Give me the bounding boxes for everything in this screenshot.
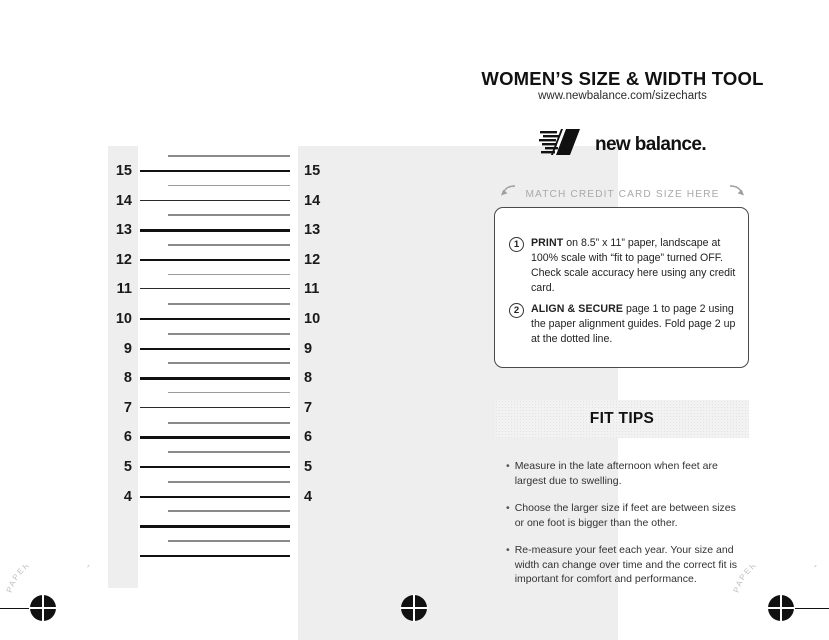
ruler-size-label-left: 8 [123,370,132,387]
ruler-half-line [168,421,290,424]
arrow-curve-down-right-icon [729,185,745,203]
brand-logo: new balance. [470,128,775,161]
ruler-half-line [168,451,290,454]
fit-tip-text: Re-measure your feet each year. Your siz… [514,543,738,586]
arrow-curve-down-left-icon [500,185,516,203]
ruler-half-line [168,510,290,513]
match-credit-card-guide: MATCH CREDIT CARD SIZE HERE [490,185,755,203]
fit-tips-header: FIT TIPS [495,400,749,438]
ruler-major-line [140,406,290,408]
ruler-major-line [140,288,290,290]
ruler-major-line [140,554,290,558]
ruler-half-line [168,214,290,217]
ruler-size-label-right: 8 [304,370,313,387]
step-lead: ALIGN & SECURE [531,303,624,315]
ruler-size-label-left: 7 [123,399,132,416]
ruler-size-label-left: 5 [123,459,132,475]
ruler-half-line [168,303,290,306]
fit-tip-item: • Measure in the late afternoon when feet… [506,459,746,489]
page-title: WOMEN’S SIZE & WIDTH TOOL [481,68,764,89]
ruler-size-label-right: 13 [304,222,321,239]
paper-alignment-guide-right: PAPER ALIGNMENT [732,565,822,594]
ruler-major-line [140,347,290,350]
ruler-major-line [140,466,290,469]
bullet-icon: • [506,460,510,472]
ruler-major-line [140,495,290,498]
ruler-half-line [168,155,290,158]
ruler-size-label-right: 9 [304,340,313,357]
ruler-half-line [168,244,290,246]
ruler-size-label-right: 15 [304,163,321,179]
ruler-major-line [140,199,290,201]
step-number-badge: 2 [509,303,524,318]
ruler-size-label-left: 15 [115,163,132,179]
ruler-half-line [168,332,290,335]
fit-tips-list: • Measure in the late afternoon when feet… [506,459,746,599]
instruction-step-2: 2 ALIGN & SECURE page 1 to page 2 using … [509,302,739,347]
step-lead: PRINT [531,237,564,249]
instruction-step-1: 1 PRINT on 8.5” x 11” paper, landscape a… [509,236,739,296]
fit-tips-heading: FIT TIPS [589,410,655,427]
ruler-half-line [168,480,290,483]
ruler-half-line [168,362,290,365]
ruler-tick-group: 15 15 14 14 13 13 12 12 11 11 10 10 9 9 8 8 7 7 6 6 5 5 4 4 [108,146,328,588]
fit-tip-item: • Re-measure your feet each year. Your si… [506,543,746,588]
ruler-size-label-left: 11 [116,281,132,298]
ruler-size-label-right: 11 [304,281,320,298]
ruler-size-label-left: 12 [115,251,132,268]
ruler-half-line [168,184,290,186]
ruler-size-label-right: 7 [304,399,313,416]
bullet-icon: • [506,543,510,556]
ruler-size-label-left: 10 [115,311,132,327]
ruler-half-line [168,540,290,542]
fit-tip-text: Measure in the late afternoon when feet … [514,460,718,487]
ruler-major-line [140,229,290,232]
ruler-major-line [140,170,290,173]
step-text: PRINT on 8.5” x 11” paper, landscape at … [531,236,739,296]
paper-alignment-label: PAPER ALIGNMENT [5,565,95,594]
registration-rule-left [0,607,30,609]
ruler-size-label-left: 6 [123,429,132,446]
instructions-card: 1 PRINT on 8.5” x 11” paper, landscape a… [494,207,749,368]
ruler-major-line [140,258,290,262]
info-panel: WOMEN’S SIZE & WIDTH TOOL www.newbalance… [470,0,790,640]
registration-rule-right [794,607,829,609]
step-text: ALIGN & SECURE page 1 to page 2 using th… [531,302,739,347]
ruler-size-label-right: 14 [304,192,321,209]
ruler-major-line [140,525,290,528]
ruler-size-label-right: 10 [304,311,321,327]
size-width-tool-page: 15 15 14 14 13 13 12 12 11 11 10 10 9 9 8 8 7 7 6 6 5 5 4 4 WOM… [0,0,829,640]
ruler-size-label-right: 5 [304,459,313,475]
new-balance-n-logo-icon [538,128,589,161]
registration-crosshair-mark-center [400,594,428,622]
ruler-size-label-left: 9 [123,340,132,357]
ruler-major-line [140,436,290,439]
ruler-half-line [168,273,290,275]
fit-tip-item: • Choose the larger size if feet are betw… [506,501,746,531]
ruler-size-label-right: 6 [304,429,313,446]
paper-alignment-label: PAPER ALIGNMENT [732,565,822,594]
ruler-major-line [140,318,290,321]
ruler-half-line [168,392,290,394]
ruler-size-label-left: 14 [115,192,132,209]
paper-alignment-guide-left: PAPER ALIGNMENT [5,565,95,594]
size-ruler: 15 15 14 14 13 13 12 12 11 11 10 10 9 9 8 8 7 7 6 6 5 5 4 4 [108,146,618,640]
ruler-size-label-left: 13 [115,222,132,239]
page-subtitle: www.newbalance.com/sizecharts [538,90,707,102]
brand-wordmark: new balance. [594,133,707,155]
ruler-size-label-right: 4 [304,488,313,505]
fit-tip-text: Choose the larger size if feet are betwe… [514,501,736,529]
ruler-major-line [140,377,290,380]
bullet-icon: • [506,501,510,514]
step-number-badge: 1 [509,237,524,252]
ruler-size-label-left: 4 [123,488,132,505]
ruler-size-label-right: 12 [304,251,321,268]
match-credit-card-label: MATCH CREDIT CARD SIZE HERE [525,188,720,200]
